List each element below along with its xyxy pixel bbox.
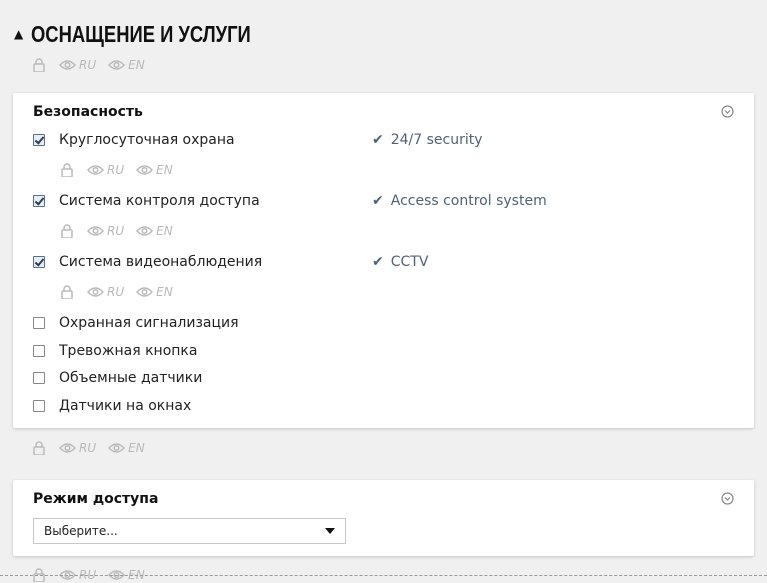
visibility-ru[interactable]: RU [59, 58, 96, 72]
checkmark-icon: ✔ [372, 132, 384, 148]
translation-text: 24/7 security [390, 132, 483, 148]
security-card: Безопасность Круглосуточная охрана ✔ 24/… [13, 93, 754, 428]
lock-icon[interactable] [61, 163, 73, 177]
visibility-en-label: EN [156, 163, 173, 177]
section-title: ОСНАЩЕНИЕ И УСЛУГИ [31, 20, 251, 47]
visibility-en-label: EN [128, 441, 145, 455]
visibility-en-label: EN [156, 285, 173, 299]
visibility-row: RU EN [61, 223, 185, 239]
translation-text: Access control system [390, 193, 547, 209]
visibility-row: RU EN [33, 57, 157, 73]
visibility-row: RU EN [61, 162, 185, 178]
eye-icon [87, 287, 104, 297]
visibility-en[interactable]: EN [136, 163, 173, 177]
select-value: Выберите... [44, 524, 118, 538]
translation-value: ✔ Access control system [372, 191, 547, 211]
access-card: Режим доступа Выберите... [13, 480, 754, 556]
checkbox[interactable] [33, 134, 45, 146]
checkbox-label: Круглосуточная охрана [59, 132, 235, 148]
visibility-en[interactable]: EN [136, 224, 173, 238]
checkmark-icon: ✔ [372, 254, 384, 270]
checkbox-item[interactable]: Система контроля доступа [33, 191, 260, 211]
checkbox-item[interactable]: Система видеонаблюдения [33, 252, 262, 272]
checkbox-label: Система видеонаблюдения [59, 254, 263, 270]
checkbox-label: Объемные датчики [59, 370, 203, 386]
checkmark-icon: ✔ [372, 193, 384, 209]
checkbox[interactable] [33, 372, 45, 384]
checkbox-label: Тревожная кнопка [59, 343, 198, 359]
collapse-arrow-icon[interactable]: ▲ [14, 27, 23, 41]
checkbox-item[interactable]: Датчики на окнах [33, 396, 191, 416]
visibility-ru-label: RU [107, 285, 125, 299]
visibility-en-label: EN [156, 224, 173, 238]
eye-icon [136, 287, 154, 297]
eye-icon [108, 60, 126, 70]
eye-icon [108, 443, 126, 453]
checkbox[interactable] [33, 400, 45, 412]
eye-icon [136, 165, 154, 175]
collapse-circle-icon[interactable] [721, 105, 734, 118]
checkbox[interactable] [33, 317, 45, 329]
checkbox-label: Система контроля доступа [59, 193, 260, 209]
visibility-ru-label: RU [79, 58, 97, 72]
visibility-ru[interactable]: RU [87, 285, 124, 299]
translation-value: ✔ 24/7 security [372, 130, 483, 150]
visibility-en[interactable]: EN [136, 285, 173, 299]
visibility-row: RU EN [61, 284, 185, 300]
visibility-en-label: EN [128, 58, 145, 72]
visibility-en[interactable]: EN [108, 441, 145, 455]
visibility-ru[interactable]: RU [59, 441, 96, 455]
translation-value: ✔ CCTV [372, 252, 428, 272]
eye-icon [87, 165, 104, 175]
section-header[interactable]: ▲ ОСНАЩЕНИЕ И УСЛУГИ [14, 20, 306, 48]
lock-icon[interactable] [61, 224, 73, 238]
checkbox[interactable] [33, 195, 45, 207]
lock-icon[interactable] [61, 285, 73, 299]
collapse-circle-icon[interactable] [721, 492, 734, 505]
eye-icon [136, 226, 154, 236]
checkbox-item[interactable]: Круглосуточная охрана [33, 130, 235, 150]
lock-icon[interactable] [33, 58, 45, 72]
section-divider [0, 575, 767, 576]
eye-icon [59, 443, 76, 453]
checkbox[interactable] [33, 256, 45, 268]
eye-icon [87, 226, 104, 236]
visibility-ru-label: RU [107, 163, 125, 177]
visibility-ru[interactable]: RU [87, 163, 124, 177]
checkbox-item[interactable]: Объемные датчики [33, 368, 202, 388]
caret-down-icon [325, 528, 335, 534]
visibility-en[interactable]: EN [108, 58, 145, 72]
visibility-row: RU EN [33, 440, 157, 456]
checkbox-label: Охранная сигнализация [59, 315, 239, 331]
visibility-ru-label: RU [79, 441, 97, 455]
checkbox-label: Датчики на окнах [59, 398, 192, 414]
translation-text: CCTV [390, 254, 429, 270]
checkbox-item[interactable]: Тревожная кнопка [33, 341, 197, 361]
eye-icon [59, 60, 76, 70]
card-title-access: Режим доступа [33, 491, 159, 507]
visibility-ru-label: RU [107, 224, 125, 238]
lock-icon[interactable] [33, 441, 45, 455]
card-title-security: Безопасность [33, 104, 143, 120]
access-mode-select[interactable]: Выберите... [33, 518, 346, 544]
checkbox-item[interactable]: Охранная сигнализация [33, 313, 239, 333]
checkbox[interactable] [33, 345, 45, 357]
visibility-ru[interactable]: RU [87, 224, 124, 238]
